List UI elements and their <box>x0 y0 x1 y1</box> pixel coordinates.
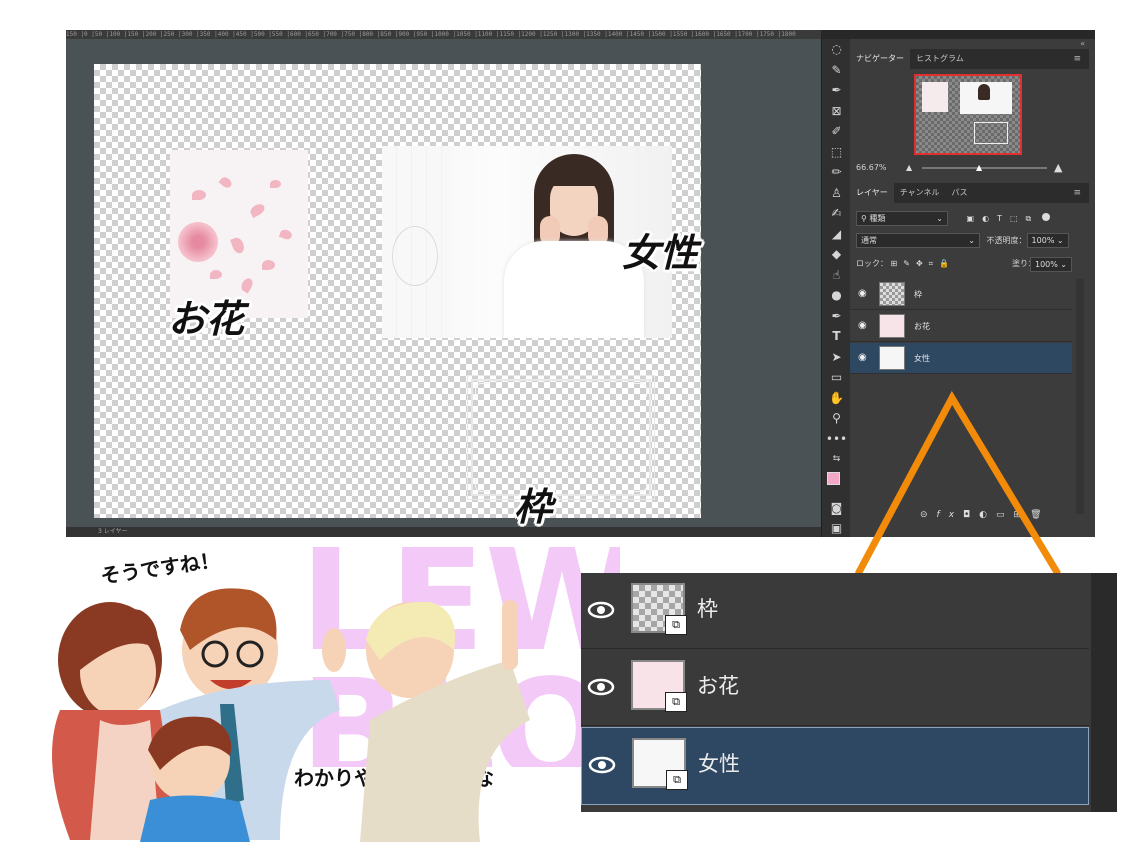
zoom-layer-row-flowers[interactable]: ⧉ お花 <box>581 650 1089 726</box>
layer-name: お花 <box>697 674 739 698</box>
layer-thumbnail: ⧉ <box>632 738 688 790</box>
layer-thumbnail: ⧉ <box>631 583 687 635</box>
layer-thumbnail: ⧉ <box>631 660 687 712</box>
zoom-layer-row-frame[interactable]: ⧉ 枠 <box>581 573 1089 649</box>
smart-object-icon: ⧉ <box>666 770 688 790</box>
layer-name: 枠 <box>697 597 718 621</box>
smart-object-icon: ⧉ <box>665 615 687 635</box>
smart-object-icon: ⧉ <box>665 692 687 712</box>
zoomed-layers-panel: ⧉ 枠 ⧉ お花 ⧉ 女性 <box>581 573 1117 812</box>
visibility-eye-icon[interactable] <box>587 673 615 701</box>
zoom-scrollbar[interactable] <box>1091 573 1117 812</box>
layer-name: 女性 <box>698 752 740 776</box>
family-illustration <box>52 588 530 842</box>
zoom-layer-row-woman[interactable]: ⧉ 女性 <box>581 727 1089 805</box>
visibility-eye-icon[interactable] <box>588 751 616 779</box>
visibility-eye-icon[interactable] <box>587 596 615 624</box>
